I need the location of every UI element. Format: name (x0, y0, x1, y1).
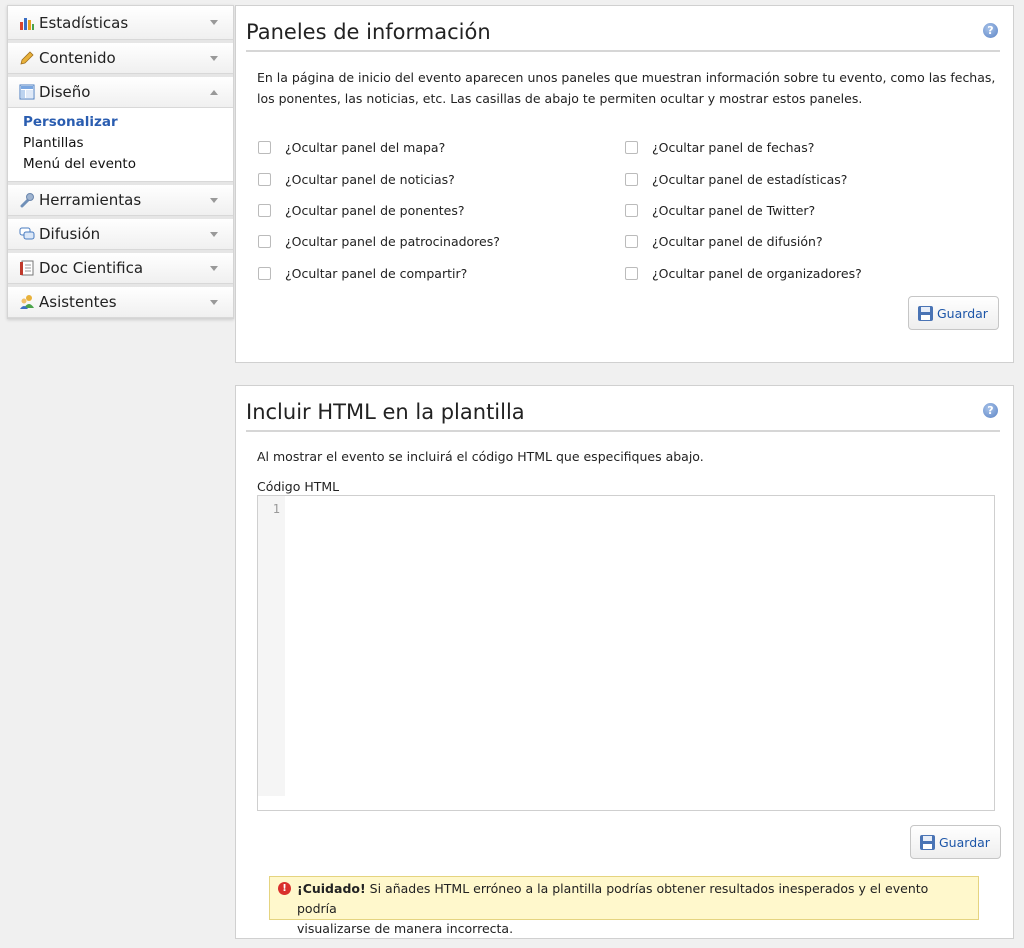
checkbox-label: ¿Ocultar panel del mapa? (285, 140, 446, 155)
checkbox-label: ¿Ocultar panel de fechas? (652, 140, 815, 155)
bar-chart-icon (20, 18, 34, 30)
checkbox[interactable] (258, 173, 271, 186)
checkbox-ocultar-twitter[interactable]: ¿Ocultar panel de Twitter? (625, 203, 815, 218)
checkbox[interactable] (625, 267, 638, 280)
panel-informacion: Paneles de información ? En la página de… (235, 5, 1014, 363)
checkbox[interactable] (625, 204, 638, 217)
floppy-disk-icon (920, 834, 935, 850)
sidebar-section-difusion[interactable]: Difusión (8, 216, 233, 250)
sidebar-item-menu-evento[interactable]: Menú del evento (8, 154, 233, 175)
sidebar-section-estadisticas[interactable]: Estadísticas (8, 6, 233, 40)
checkbox[interactable] (258, 204, 271, 217)
sidebar-section-label: Contenido (39, 49, 116, 67)
checkbox-ocultar-patrocinadores[interactable]: ¿Ocultar panel de patrocinadores? (258, 234, 500, 249)
help-icon[interactable]: ? (983, 403, 998, 418)
layout-icon (19, 84, 35, 100)
checkbox-label: ¿Ocultar panel de organizadores? (652, 266, 862, 281)
panel-title: Paneles de información (246, 20, 1000, 52)
sidebar-section-contenido[interactable]: Contenido (8, 40, 233, 74)
checkbox[interactable] (625, 235, 638, 248)
chevron-down-icon (210, 266, 218, 271)
checkbox-ocultar-fechas[interactable]: ¿Ocultar panel de fechas? (625, 140, 814, 155)
sidebar-section-diseno[interactable]: Diseño (8, 74, 233, 108)
save-button[interactable]: Guardar (908, 296, 999, 330)
save-button-label: Guardar (937, 305, 988, 321)
panel-title: Incluir HTML en la plantilla (246, 400, 1000, 432)
sidebar-section-label: Herramientas (39, 191, 142, 209)
checkbox[interactable] (625, 141, 638, 154)
chevron-up-icon (210, 90, 218, 95)
checkbox-ocultar-difusion[interactable]: ¿Ocultar panel de difusión? (625, 234, 823, 249)
checkbox-ocultar-estadisticas[interactable]: ¿Ocultar panel de estadísticas? (625, 172, 847, 187)
panel-description: Al mostrar el evento se incluirá el códi… (257, 449, 704, 464)
line-number-gutter: 1 (258, 496, 285, 796)
checkbox-label: ¿Ocultar panel de ponentes? (285, 203, 465, 218)
warning-text: visualizarse de manera incorrecta. (297, 921, 514, 936)
warning-text: Si añades HTML erróneo a la plantilla po… (297, 881, 929, 916)
checkbox-ocultar-compartir[interactable]: ¿Ocultar panel de compartir? (258, 266, 467, 281)
save-button-label: Guardar (939, 834, 990, 850)
code-field-label: Código HTML (257, 479, 340, 494)
chevron-down-icon (210, 20, 218, 25)
checkbox-label: ¿Ocultar panel de estadísticas? (652, 172, 848, 187)
checkbox-ocultar-organizadores[interactable]: ¿Ocultar panel de organizadores? (625, 266, 862, 281)
chevron-down-icon (210, 232, 218, 237)
sidebar-item-personalizar[interactable]: Personalizar (8, 112, 233, 133)
sidebar-section-label: Difusión (39, 225, 101, 243)
checkbox[interactable] (258, 141, 271, 154)
users-icon (20, 295, 34, 309)
description-line: los ponentes, las noticias, etc. Las cas… (257, 91, 863, 106)
sidebar-section-asistentes[interactable]: Asistentes (8, 284, 233, 318)
sidebar-section-herramientas[interactable]: Herramientas (8, 182, 233, 216)
checkbox-ocultar-ponentes[interactable]: ¿Ocultar panel de ponentes? (258, 203, 465, 218)
checkbox-label: ¿Ocultar panel de patrocinadores? (285, 234, 500, 249)
help-icon[interactable]: ? (983, 23, 998, 38)
checkbox-label: ¿Ocultar panel de difusión? (652, 234, 823, 249)
sidebar-section-label: Diseño (39, 83, 91, 101)
chevron-down-icon (210, 56, 218, 61)
warning-title: ¡Cuidado! (297, 881, 366, 896)
sidebar-item-plantillas[interactable]: Plantillas (8, 133, 233, 154)
alert-icon: ! (278, 882, 291, 895)
checkbox[interactable] (625, 173, 638, 186)
panel-description: En la página de inicio del evento aparec… (257, 67, 995, 109)
pencil-icon (20, 51, 34, 65)
description-line: En la página de inicio del evento aparec… (257, 70, 996, 85)
sidebar-section-label: Asistentes (39, 293, 117, 311)
sidebar-submenu-diseno: Personalizar Plantillas Menú del evento (8, 108, 233, 182)
warning-alert: ! ¡Cuidado! Si añades HTML erróneo a la … (269, 876, 979, 936)
sidebar-section-doc-cientifica[interactable]: Doc Cientifica (8, 250, 233, 284)
save-button[interactable]: Guardar (910, 825, 1001, 859)
chevron-down-icon (210, 300, 218, 305)
checkbox-label: ¿Ocultar panel de Twitter? (652, 203, 816, 218)
checkbox-label: ¿Ocultar panel de compartir? (285, 266, 468, 281)
sidebar-section-label: Estadísticas (39, 14, 129, 32)
chat-bubbles-icon (19, 227, 35, 240)
panel-incluir-html: Incluir HTML en la plantilla ? Al mostra… (235, 385, 1014, 939)
checkbox-ocultar-noticias[interactable]: ¿Ocultar panel de noticias? (258, 172, 455, 187)
html-code-editor[interactable]: 1 (257, 495, 995, 811)
checkbox[interactable] (258, 267, 271, 280)
line-number: 1 (272, 502, 280, 516)
sidebar-nav: Estadísticas Contenido Diseño Personaliz… (7, 5, 234, 319)
checkbox[interactable] (258, 235, 271, 248)
chevron-down-icon (210, 198, 218, 203)
checkbox-ocultar-mapa[interactable]: ¿Ocultar panel del mapa? (258, 140, 445, 155)
floppy-disk-icon (918, 305, 933, 321)
checkbox-label: ¿Ocultar panel de noticias? (285, 172, 455, 187)
sidebar-section-label: Doc Cientifica (39, 259, 144, 277)
document-icon (20, 260, 34, 276)
wrench-icon (20, 193, 34, 208)
